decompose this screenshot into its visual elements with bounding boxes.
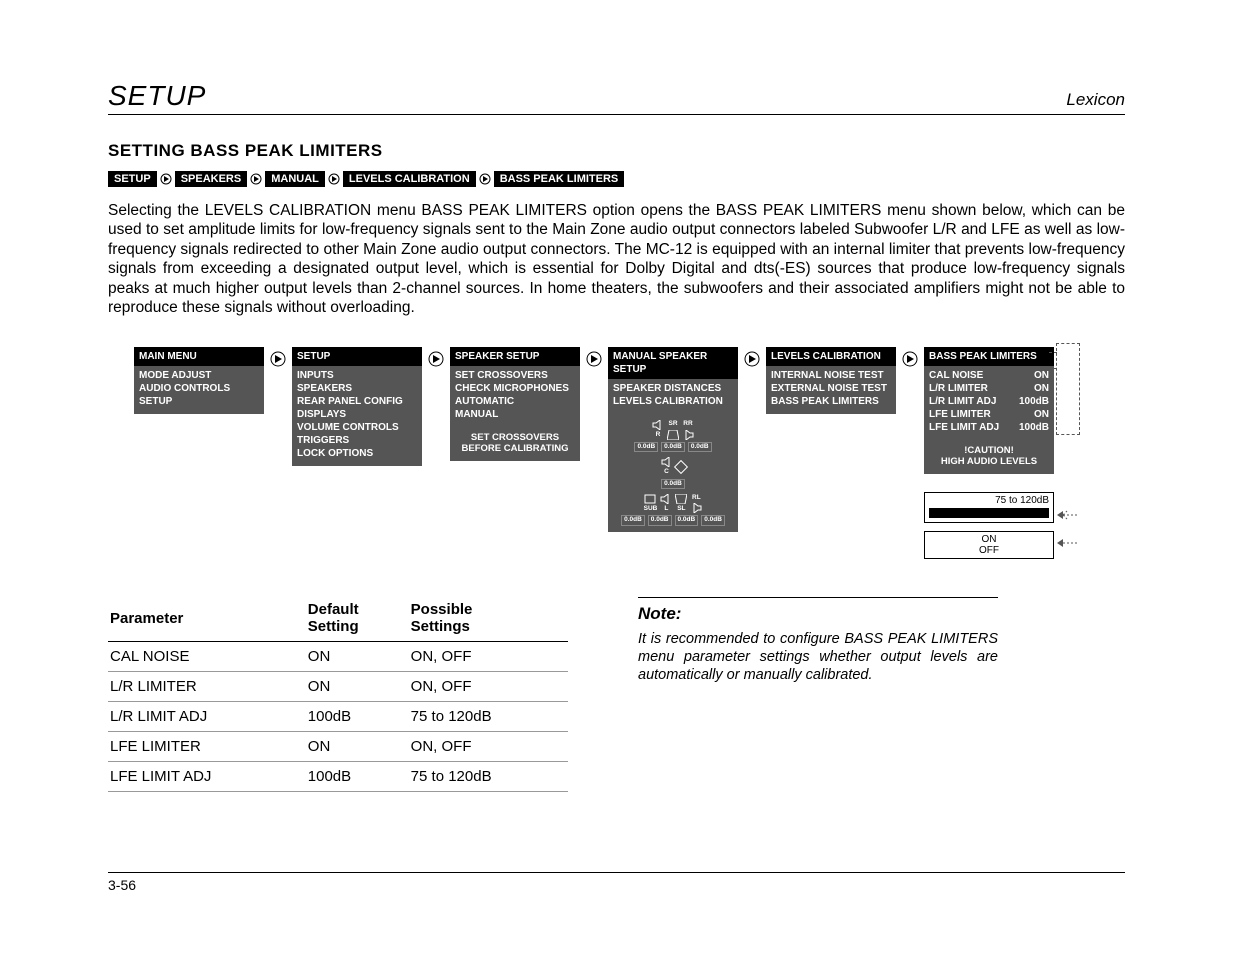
menu-main: MAIN MENU MODE ADJUST AUDIO CONTROLS SET… — [134, 347, 264, 414]
breadcrumb-chip: BASS PEAK LIMITERS — [494, 171, 625, 187]
breadcrumb-chip: LEVELS CALIBRATION — [343, 171, 476, 187]
page-number: 3-56 — [108, 872, 1125, 893]
breadcrumb-chip: SETUP — [108, 171, 157, 187]
menu-item: SET CROSSOVERS — [455, 369, 575, 382]
table-header: PossibleSettings — [409, 597, 568, 642]
arrow-right-icon — [902, 351, 918, 367]
menu-row: CAL NOISEON — [929, 369, 1049, 382]
table-row: LFE LIMITERONON, OFF — [108, 732, 568, 762]
arrow-left-icon — [1057, 507, 1077, 525]
table-row: L/R LIMITERONON, OFF — [108, 672, 568, 702]
menu-item: AUTOMATIC — [455, 395, 575, 408]
header-title: SETUP — [108, 80, 206, 112]
range-bar-icon — [929, 508, 1049, 518]
menu-item: MODE ADJUST — [139, 369, 259, 382]
menu-hint: BEFORE CALIBRATING — [455, 444, 575, 455]
note-title: Note: — [638, 604, 998, 624]
menu-manual-speaker-setup: MANUAL SPEAKER SETUP SPEAKER DISTANCES L… — [608, 347, 738, 532]
breadcrumb-chip: MANUAL — [265, 171, 325, 187]
arrow-right-icon — [327, 172, 341, 186]
body-paragraph: Selecting the LEVELS CALIBRATION menu BA… — [108, 201, 1125, 317]
table-header: Parameter — [108, 597, 306, 642]
section-title: SETTING BASS PEAK LIMITERS — [108, 141, 1125, 161]
menu-diagram: MAIN MENU MODE ADJUST AUDIO CONTROLS SET… — [134, 347, 1125, 559]
menu-title: MAIN MENU — [134, 347, 264, 366]
menu-speaker-setup: SPEAKER SETUP SET CROSSOVERS CHECK MICRO… — [450, 347, 580, 461]
menu-item: INTERNAL NOISE TEST — [771, 369, 891, 382]
parameter-table: Parameter DefaultSetting PossibleSetting… — [108, 597, 568, 792]
note-box: Note: It is recommended to configure BAS… — [638, 597, 998, 684]
arrow-right-icon — [478, 172, 492, 186]
onoff-on: ON — [925, 534, 1053, 545]
menu-item: INPUTS — [297, 369, 417, 382]
arrow-right-icon — [159, 172, 173, 186]
menu-row: L/R LIMIT ADJ100dB — [929, 395, 1049, 408]
menu-item: SPEAKER DISTANCES — [613, 382, 733, 395]
menu-item: AUDIO CONTROLS — [139, 382, 259, 395]
table-row: LFE LIMIT ADJ100dB75 to 120dB — [108, 762, 568, 792]
menu-item: REAR PANEL CONFIG — [297, 395, 417, 408]
menu-item: DISPLAYS — [297, 408, 417, 421]
menu-item: EXTERNAL NOISE TEST — [771, 382, 891, 395]
caution-label: HIGH AUDIO LEVELS — [929, 457, 1049, 468]
menu-row: LFE LIMIT ADJ100dB — [929, 421, 1049, 434]
range-box: 75 to 120dB — [924, 492, 1054, 523]
menu-item: SETUP — [139, 395, 259, 408]
menu-row: L/R LIMITERON — [929, 382, 1049, 395]
note-body: It is recommended to configure BASS PEAK… — [638, 630, 998, 684]
menu-item: LOCK OPTIONS — [297, 447, 417, 460]
table-row: CAL NOISEONON, OFF — [108, 642, 568, 672]
callout-bracket-icon — [1056, 343, 1080, 435]
arrow-right-icon — [270, 351, 286, 367]
menu-row: LFE LIMITERON — [929, 408, 1049, 421]
menu-levels-calibration: LEVELS CALIBRATION INTERNAL NOISE TEST E… — [766, 347, 896, 414]
breadcrumb: SETUP SPEAKERS MANUAL LEVELS CALIBRATION… — [108, 171, 1125, 187]
menu-setup: SETUP INPUTS SPEAKERS REAR PANEL CONFIG … — [292, 347, 422, 466]
menu-title: SETUP — [292, 347, 422, 366]
page-header: SETUP Lexicon — [108, 80, 1125, 115]
header-brand: Lexicon — [1066, 90, 1125, 110]
speaker-layout-icon: R SR RR 0.0dB 0.0dB 0.0dB C 0.0dB — [613, 420, 733, 526]
range-label: 75 to 120dB — [929, 495, 1049, 506]
table-row: L/R LIMIT ADJ100dB75 to 120dB — [108, 702, 568, 732]
menu-item: TRIGGERS — [297, 434, 417, 447]
arrow-right-icon — [744, 351, 760, 367]
menu-title: MANUAL SPEAKER SETUP — [608, 347, 738, 379]
onoff-off: OFF — [925, 545, 1053, 556]
menu-item: CHECK MICROPHONES — [455, 382, 575, 395]
menu-title: SPEAKER SETUP — [450, 347, 580, 366]
arrow-right-icon — [586, 351, 602, 367]
arrow-right-icon — [249, 172, 263, 186]
menu-title: BASS PEAK LIMITERS — [924, 347, 1054, 366]
menu-item: VOLUME CONTROLS — [297, 421, 417, 434]
breadcrumb-chip: SPEAKERS — [175, 171, 248, 187]
table-header: DefaultSetting — [306, 597, 409, 642]
menu-bass-peak-limiters: BASS PEAK LIMITERS CAL NOISEON L/R LIMIT… — [924, 347, 1054, 559]
arrow-right-icon — [428, 351, 444, 367]
onoff-box: ON OFF — [924, 531, 1054, 559]
arrow-left-icon — [1057, 538, 1077, 551]
menu-item: SPEAKERS — [297, 382, 417, 395]
menu-item: BASS PEAK LIMITERS — [771, 395, 891, 408]
menu-title: LEVELS CALIBRATION — [766, 347, 896, 366]
menu-item: LEVELS CALIBRATION — [613, 395, 733, 408]
menu-item: MANUAL — [455, 408, 575, 421]
